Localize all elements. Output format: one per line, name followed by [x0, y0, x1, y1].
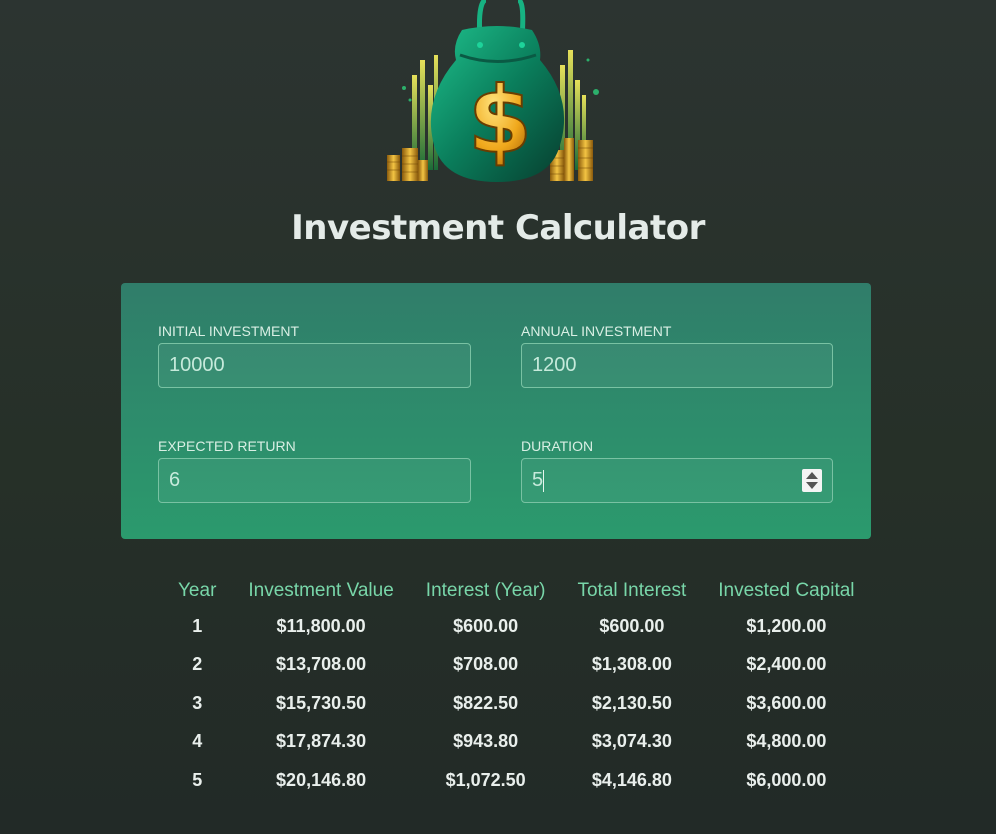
results-table: Year Investment Value Interest (Year) To… — [162, 575, 871, 800]
annual-investment-box — [521, 343, 833, 388]
duration-box — [521, 458, 833, 503]
cell-total-interest: $3,074.30 — [591, 731, 672, 752]
annual-investment-input[interactable] — [522, 344, 832, 387]
duration-field: DURATION — [521, 438, 833, 503]
cell-interest-year: $600.00 — [453, 615, 519, 636]
cell-total-interest: $2,130.50 — [591, 692, 672, 713]
table-row: 5 $20,146.80 $1,072.50 $4,146.80 $6,000.… — [162, 761, 871, 800]
spinner-up-icon[interactable] — [806, 472, 818, 479]
initial-investment-input[interactable] — [159, 344, 470, 387]
cell-invested-capital: $2,400.00 — [746, 654, 827, 675]
table-row: 3 $15,730.50 $822.50 $2,130.50 $3,600.00 — [162, 684, 871, 723]
cell-interest-year: $1,072.50 — [445, 769, 526, 790]
cell-investment-value: $15,730.50 — [276, 692, 367, 713]
duration-label: DURATION — [521, 438, 594, 454]
page-title: Investment Calculator — [291, 208, 705, 248]
cell-interest-year: $822.50 — [453, 692, 519, 713]
cell-total-interest: $1,308.00 — [591, 654, 672, 675]
cell-year: 4 — [192, 731, 203, 752]
cell-invested-capital: $4,800.00 — [746, 731, 827, 752]
column-header-year: Year — [178, 580, 217, 601]
initial-investment-label: INITIAL INVESTMENT — [158, 323, 300, 339]
cell-year: 3 — [192, 692, 203, 713]
column-header-interest-year: Interest (Year) — [425, 580, 546, 601]
cell-interest-year: $708.00 — [453, 654, 519, 675]
initial-investment-field: INITIAL INVESTMENT — [158, 323, 471, 388]
cell-invested-capital: $3,600.00 — [746, 692, 827, 713]
initial-investment-box — [158, 343, 471, 388]
annual-investment-field: ANNUAL INVESTMENT — [521, 323, 833, 388]
cell-total-interest: $600.00 — [599, 615, 665, 636]
number-spinner[interactable] — [802, 469, 822, 492]
duration-input[interactable] — [522, 459, 832, 502]
cell-investment-value: $11,800.00 — [276, 615, 366, 636]
cell-investment-value: $17,874.30 — [276, 731, 367, 752]
cell-year: 2 — [192, 654, 203, 675]
column-header-investment-value: Investment Value — [248, 580, 394, 601]
expected-return-label: EXPECTED RETURN — [158, 438, 296, 454]
cell-invested-capital: $6,000.00 — [746, 769, 827, 790]
cell-total-interest: $4,146.80 — [591, 769, 672, 790]
cell-investment-value: $13,708.00 — [276, 654, 367, 675]
cell-year: 1 — [192, 615, 203, 636]
table-row: 2 $13,708.00 $708.00 $1,308.00 $2,400.00 — [162, 646, 871, 685]
cell-interest-year: $943.80 — [453, 731, 519, 752]
spinner-down-icon[interactable] — [806, 482, 818, 489]
svg-text:$: $ — [468, 67, 532, 174]
table-row: 4 $17,874.30 $943.80 $3,074.30 $4,800.00 — [162, 723, 871, 762]
cell-invested-capital: $1,200.00 — [746, 615, 827, 636]
expected-return-field: EXPECTED RETURN — [158, 438, 471, 503]
table-row: 1 $11,800.00 $600.00 $600.00 $1,200.00 — [162, 607, 871, 646]
table-header-row: Year Investment Value Interest (Year) To… — [162, 575, 871, 607]
cell-investment-value: $20,146.80 — [276, 769, 367, 790]
cell-year: 5 — [192, 769, 203, 790]
text-cursor — [543, 470, 544, 492]
column-header-invested-capital: Invested Capital — [718, 580, 855, 601]
annual-investment-label: ANNUAL INVESTMENT — [521, 323, 672, 339]
expected-return-input[interactable] — [159, 459, 470, 502]
expected-return-box — [158, 458, 471, 503]
investment-form: INITIAL INVESTMENT ANNUAL INVESTMENT EXP… — [121, 283, 871, 539]
money-bag-logo: $ — [387, 0, 599, 182]
column-header-total-interest: Total Interest — [577, 580, 687, 601]
